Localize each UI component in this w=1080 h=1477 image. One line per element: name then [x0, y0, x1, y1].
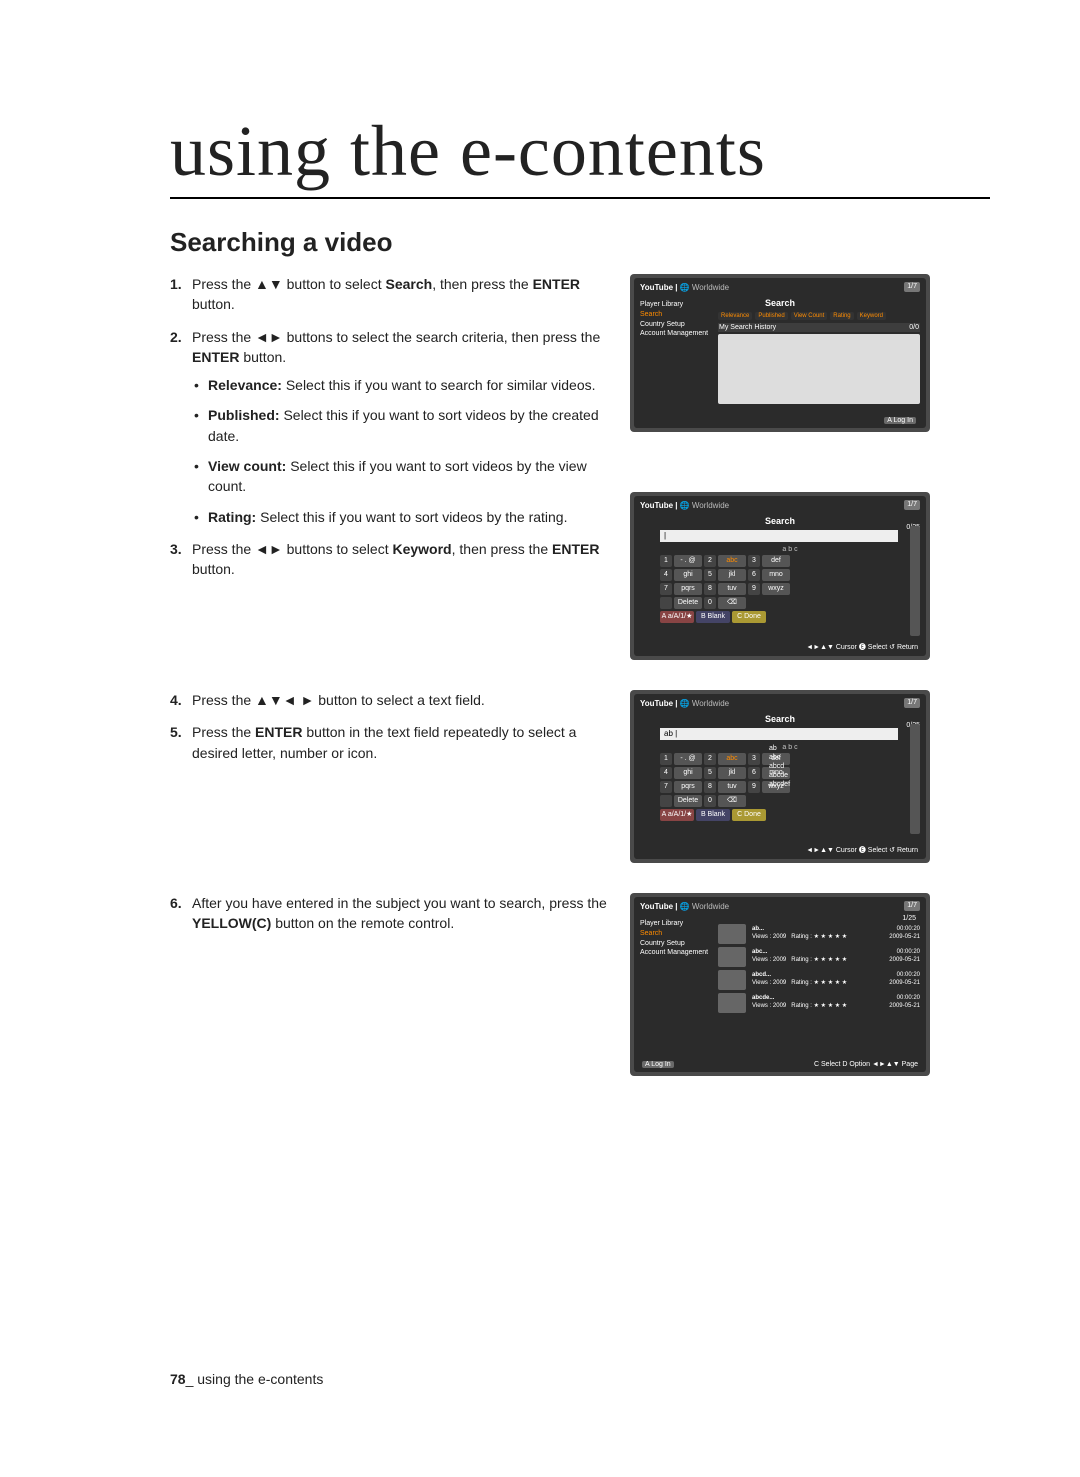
search-input[interactable]: | — [660, 530, 898, 542]
side-item-country-setup[interactable]: Country Setup — [640, 320, 708, 330]
thumbnail — [718, 924, 746, 944]
tab-keyword[interactable]: Keyword — [857, 312, 886, 320]
key-1[interactable]: 1 — [660, 555, 672, 567]
side-item-account-mgmt[interactable]: Account Management — [640, 329, 708, 339]
side-item-search[interactable]: Search — [640, 310, 708, 320]
page-footer: 78_ using the e-contents — [170, 1371, 323, 1387]
side-item-player-library[interactable]: Player Library — [640, 300, 708, 310]
result-row[interactable]: abc...Views : 2009 Rating : ★ ★ ★ ★ ★00:… — [718, 947, 920, 967]
tab-relevance[interactable]: Relevance — [718, 312, 752, 320]
search-input[interactable]: ab | — [660, 728, 898, 740]
search-history-box — [718, 334, 920, 404]
step-1: 1. Press the ▲▼ button to select Search,… — [170, 274, 610, 315]
step-5: 5. Press the ENTER button in the text fi… — [170, 722, 610, 763]
step-2: 2. Press the ◄► buttons to select the se… — [170, 327, 610, 527]
section-subhead: Searching a video — [170, 227, 990, 258]
scroll-bar[interactable] — [910, 724, 920, 834]
bullet-viewcount: View count: Select this if you want to s… — [192, 456, 610, 497]
tab-published[interactable]: Published — [755, 312, 787, 320]
screenshot-search-tabs: YouTube | 🌐 Worldwide1/7 Player Library … — [630, 274, 930, 432]
key-backspace-icon[interactable]: ⌫ — [718, 597, 746, 609]
tab-rating[interactable]: Rating — [830, 312, 853, 320]
page-main-title: using the e-contents — [170, 110, 990, 199]
step-4: 4. Press the ▲▼◄ ► button to select a te… — [170, 690, 610, 710]
bullet-relevance: Relevance: Select this if you want to se… — [192, 375, 610, 395]
key-blank[interactable]: B Blank — [696, 611, 730, 623]
key-done[interactable]: C Done — [732, 611, 766, 623]
suggestion-list[interactable]: ab abc abcd abcde abcdef — [769, 744, 790, 789]
key-shift[interactable]: A a/A/1/★ — [660, 611, 694, 623]
instruction-block-2: 4. Press the ▲▼◄ ► button to select a te… — [170, 690, 630, 775]
login-button[interactable]: A Log In — [884, 417, 916, 424]
step-6: 6. After you have entered in the subject… — [170, 893, 610, 934]
login-button[interactable]: A Log In — [642, 1061, 674, 1068]
screenshot-results: YouTube | 🌐 Worldwide1/7 Player Library … — [630, 893, 930, 1076]
screenshot-keyboard-typed: YouTube | 🌐 Worldwide1/7 Search 0/25 ab … — [630, 690, 930, 863]
bullet-rating: Rating: Select this if you want to sort … — [192, 507, 610, 527]
screenshot-keyboard-empty: YouTube | 🌐 Worldwide1/7 Search 0/25 | a… — [630, 492, 930, 660]
result-row[interactable]: ab...Views : 2009 Rating : ★ ★ ★ ★ ★00:0… — [718, 924, 920, 944]
manual-page: using the e-contents Searching a video 1… — [0, 0, 1080, 1477]
tab-viewcount[interactable]: View Count — [791, 312, 828, 320]
result-row[interactable]: abcd...Views : 2009 Rating : ★ ★ ★ ★ ★00… — [718, 970, 920, 990]
instruction-block-1: 1. Press the ▲▼ button to select Search,… — [170, 274, 630, 592]
scroll-bar[interactable] — [910, 526, 920, 636]
bullet-published: Published: Select this if you want to so… — [192, 405, 610, 446]
key-delete[interactable]: Delete — [674, 597, 702, 609]
step-3: 3. Press the ◄► buttons to select Keywor… — [170, 539, 610, 580]
result-row[interactable]: abcde...Views : 2009 Rating : ★ ★ ★ ★ ★0… — [718, 993, 920, 1013]
instruction-block-3: 6. After you have entered in the subject… — [170, 893, 630, 946]
